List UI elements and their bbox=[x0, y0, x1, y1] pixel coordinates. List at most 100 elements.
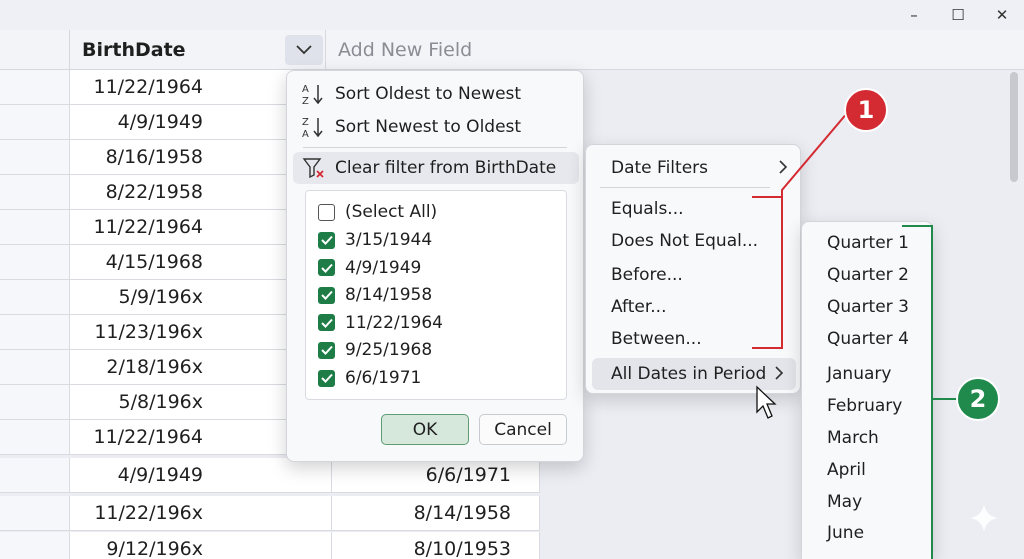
row-selector[interactable] bbox=[0, 532, 70, 559]
cancel-label: Cancel bbox=[494, 419, 552, 440]
cancel-button[interactable]: Cancel bbox=[479, 414, 567, 445]
maximize-button[interactable]: ☐ bbox=[936, 0, 980, 30]
clear-filter-item[interactable]: Clear filter from BirthDate bbox=[293, 152, 579, 184]
filter-value-checkbox-row[interactable]: 6/6/1971 bbox=[318, 365, 421, 391]
checkbox-unchecked-icon[interactable] bbox=[318, 203, 335, 221]
filter-menu: A Z Sort Oldest to Newest Z A Sort Newes… bbox=[286, 70, 584, 462]
vertical-scrollbar[interactable] bbox=[1010, 72, 1018, 182]
row-selector[interactable] bbox=[0, 350, 70, 385]
equals-item[interactable]: Equals... bbox=[586, 194, 800, 224]
select-all-checkbox-row[interactable]: (Select All) bbox=[318, 199, 437, 225]
filter-value-checkbox-row[interactable]: 3/15/1944 bbox=[318, 227, 432, 253]
chevron-right-icon bbox=[775, 365, 784, 384]
all-dates-in-period-menu: Quarter 1 Quarter 2 Quarter 3 Quarter 4 Janu… bbox=[801, 221, 933, 559]
menu-separator bbox=[600, 187, 770, 188]
checkbox-checked-icon[interactable] bbox=[318, 259, 335, 277]
birthdate-cell[interactable]: 11/22/196x bbox=[70, 496, 332, 531]
minimize-button[interactable]: – bbox=[892, 0, 936, 30]
row-selector[interactable] bbox=[0, 496, 70, 531]
column-filter-dropdown-button[interactable] bbox=[285, 35, 323, 65]
ok-button[interactable]: OK bbox=[381, 414, 469, 445]
maximize-icon: ☐ bbox=[951, 6, 965, 24]
row-selector[interactable] bbox=[0, 315, 70, 350]
period-menu-item[interactable]: January bbox=[827, 360, 891, 388]
row-selector[interactable] bbox=[0, 245, 70, 280]
menu-separator bbox=[303, 147, 567, 148]
ok-label: OK bbox=[412, 419, 438, 440]
checkbox-checked-icon[interactable] bbox=[318, 369, 335, 387]
clear-filter-label: Clear filter from BirthDate bbox=[335, 158, 557, 178]
date-filters-item[interactable]: Date Filters bbox=[586, 153, 800, 183]
row-selector[interactable] bbox=[0, 458, 70, 493]
date-filters-menu: Date Filters Equals... Does Not Equal...… bbox=[585, 144, 801, 394]
before-label: Before... bbox=[611, 265, 683, 285]
before-item[interactable]: Before... bbox=[586, 260, 800, 290]
field-cell[interactable]: 8/10/1953 bbox=[332, 532, 540, 559]
sort-oldest-to-newest[interactable]: A Z Sort Oldest to Newest bbox=[287, 79, 583, 109]
field-cell[interactable]: 8/14/1958 bbox=[332, 496, 540, 531]
checkbox-checked-icon[interactable] bbox=[318, 286, 335, 304]
row-selector[interactable] bbox=[0, 280, 70, 315]
svg-text:Z: Z bbox=[302, 117, 309, 128]
minimize-icon: – bbox=[910, 6, 918, 24]
filter-value-checkbox-row[interactable]: 4/9/1949 bbox=[318, 255, 421, 281]
period-menu-item[interactable]: Quarter 4 bbox=[827, 325, 909, 353]
period-menu-item[interactable]: May bbox=[827, 488, 862, 516]
callout-2-number: 2 bbox=[969, 385, 987, 413]
row-selector[interactable] bbox=[0, 70, 70, 105]
period-menu-item[interactable]: Quarter 3 bbox=[827, 293, 909, 321]
row-selector[interactable] bbox=[0, 385, 70, 420]
filter-value-label: 11/22/1964 bbox=[345, 312, 443, 333]
all-dates-in-period-item[interactable]: All Dates in Period bbox=[592, 358, 796, 390]
birthdate-cell[interactable]: 9/12/196x bbox=[70, 532, 332, 559]
all-dates-in-period-label: All Dates in Period bbox=[611, 364, 767, 384]
row-selector[interactable] bbox=[0, 175, 70, 210]
add-new-field-header[interactable]: Add New Field bbox=[338, 30, 472, 70]
period-menu-item[interactable]: Quarter 1 bbox=[827, 229, 909, 257]
checkbox-checked-icon[interactable] bbox=[318, 341, 335, 359]
checkbox-checked-icon[interactable] bbox=[318, 231, 335, 249]
does-not-equal-item[interactable]: Does Not Equal... bbox=[586, 226, 800, 256]
period-menu-item[interactable]: June bbox=[827, 519, 864, 547]
filter-value-label: 9/25/1968 bbox=[345, 340, 433, 361]
chevron-down-icon bbox=[296, 45, 312, 55]
chevron-right-icon bbox=[779, 159, 788, 178]
title-bar: – ☐ ✕ bbox=[0, 0, 1024, 30]
column-title: BirthDate bbox=[82, 39, 186, 61]
row-selector[interactable] bbox=[0, 140, 70, 175]
filter-value-checkbox-row[interactable]: 9/25/1968 bbox=[318, 337, 432, 363]
row-selector[interactable] bbox=[0, 105, 70, 140]
checkbox-checked-icon[interactable] bbox=[318, 314, 335, 332]
period-menu-item[interactable]: April bbox=[827, 456, 866, 484]
close-icon: ✕ bbox=[995, 6, 1009, 24]
period-menu-item[interactable]: February bbox=[827, 392, 902, 420]
filter-values-list[interactable]: (Select All) 3/15/1944 4/9/1949 8/14/1958 1… bbox=[305, 190, 567, 400]
sort-descending-icon: Z A bbox=[302, 117, 323, 139]
period-menu-item[interactable]: March bbox=[827, 424, 879, 452]
callout-1-number: 1 bbox=[857, 96, 875, 124]
row-selector-header bbox=[0, 30, 70, 70]
after-item[interactable]: After... bbox=[586, 292, 800, 322]
between-label: Between... bbox=[611, 329, 702, 349]
birthdate-cell[interactable]: 4/9/1949 bbox=[70, 458, 332, 493]
add-field-label: Add New Field bbox=[338, 39, 473, 61]
filter-value-checkbox-row[interactable]: 8/14/1958 bbox=[318, 282, 432, 308]
filter-value-checkbox-row[interactable]: 11/22/1964 bbox=[318, 310, 443, 336]
select-all-label: (Select All) bbox=[345, 202, 438, 222]
row-selector[interactable] bbox=[0, 210, 70, 245]
close-button[interactable]: ✕ bbox=[980, 0, 1024, 30]
after-label: After... bbox=[611, 297, 667, 317]
callout-1-badge: 1 bbox=[844, 88, 888, 132]
sort-newest-to-oldest[interactable]: Z A Sort Newest to Oldest bbox=[287, 112, 583, 142]
filter-value-label: 3/15/1944 bbox=[345, 230, 433, 250]
filter-value-label: 4/9/1949 bbox=[345, 257, 422, 278]
callout-2-badge: 2 bbox=[956, 377, 1000, 421]
clear-filter-icon bbox=[302, 158, 324, 179]
grid-header: BirthDate bbox=[0, 30, 1024, 70]
period-menu-item[interactable]: Quarter 2 bbox=[827, 261, 909, 289]
between-item[interactable]: Between... bbox=[586, 324, 800, 354]
svg-text:A: A bbox=[302, 129, 309, 139]
row-selector[interactable] bbox=[0, 420, 70, 455]
sort-asc-label: Sort Oldest to Newest bbox=[335, 84, 522, 104]
field-cell[interactable]: 6/6/1971 bbox=[332, 458, 540, 493]
